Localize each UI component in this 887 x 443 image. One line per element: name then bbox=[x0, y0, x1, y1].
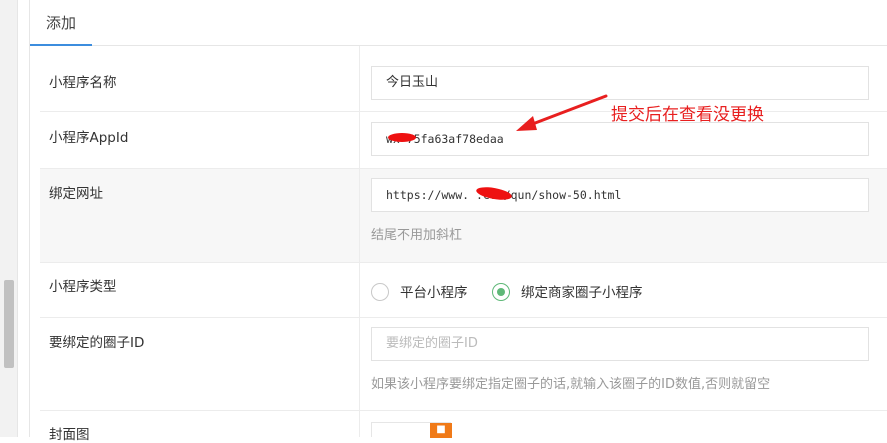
annotation-arrow bbox=[516, 94, 608, 131]
annotation-text: 提交后在查看没更换 bbox=[611, 105, 764, 125]
